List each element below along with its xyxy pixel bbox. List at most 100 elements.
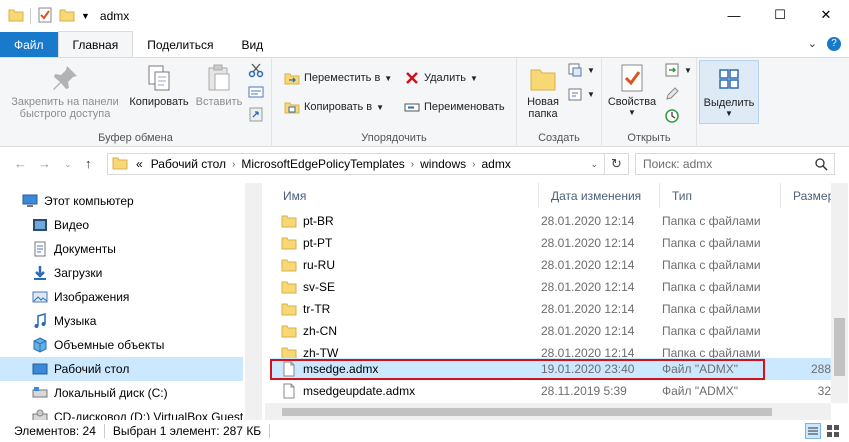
table-row[interactable]: zh-CN 28.01.2020 12:14 Папка с файлами xyxy=(271,320,831,342)
new-group: Новая папка ▼ ▼ Создать xyxy=(517,58,602,147)
maximize-button[interactable]: ☐ xyxy=(757,0,803,30)
organize-group: Переместить в ▼ Копировать в ▼ Удалить ▼… xyxy=(272,58,517,147)
open-button[interactable]: ▼ xyxy=(664,62,692,78)
clipboard-group: Закрепить на панели быстрого доступа Коп… xyxy=(0,58,272,147)
move-to-button[interactable]: Переместить в ▼ xyxy=(284,70,392,86)
chevron-right-icon[interactable]: › xyxy=(470,159,477,170)
table-row-selected[interactable]: msedge.admx 19.01.2020 23:40 Файл "ADMX"… xyxy=(271,358,831,380)
pin-to-quick-access-button[interactable]: Закрепить на панели быстрого доступа xyxy=(6,62,124,120)
new-folder-button[interactable]: Новая папка xyxy=(521,62,565,120)
history-icon xyxy=(665,109,679,123)
vertical-scroll-thumb[interactable] xyxy=(834,318,845,376)
drive-icon xyxy=(32,387,48,398)
file-icon xyxy=(283,383,295,399)
qat-dropdown-icon[interactable]: ▼ xyxy=(81,11,90,21)
details-view-icon[interactable] xyxy=(805,423,821,442)
select-group: Выделить ▼ xyxy=(697,58,761,147)
table-row[interactable]: pt-PT 28.01.2020 12:14 Папка с файлами xyxy=(271,232,831,254)
large-icons-view-icon[interactable] xyxy=(825,423,841,442)
folder-icon xyxy=(8,7,24,26)
documents-icon xyxy=(34,241,46,257)
properties-qat-icon[interactable] xyxy=(37,7,53,26)
open-icon xyxy=(665,63,679,77)
quick-access-toolbar: ▼ xyxy=(0,7,90,26)
nav-item-local-disk[interactable]: Локальный диск (C:) xyxy=(0,381,243,405)
edit-button[interactable] xyxy=(664,86,680,102)
nav-pane-scrollbar[interactable] xyxy=(245,183,262,420)
cut-button[interactable] xyxy=(248,62,264,78)
ribbon-collapse-icon[interactable]: ⌄ xyxy=(808,37,817,51)
refresh-button[interactable]: ↻ xyxy=(605,153,629,175)
copy-path-button[interactable] xyxy=(248,84,264,100)
up-arrow-icon[interactable]: ↑ xyxy=(85,156,92,171)
properties-button[interactable]: Свойства ▼ xyxy=(606,62,658,117)
navigation-pane: Этот компьютер Видео Документы Загрузки … xyxy=(0,183,262,420)
chevron-right-icon[interactable]: › xyxy=(409,159,416,170)
chevron-down-icon: ▼ xyxy=(628,108,636,117)
table-row[interactable]: pt-BR 28.01.2020 12:14 Папка с файлами xyxy=(271,210,831,232)
delete-button[interactable]: Удалить ▼ xyxy=(404,70,478,86)
history-button[interactable] xyxy=(664,108,680,124)
chevron-down-icon: ▼ xyxy=(470,73,478,83)
new-item-button[interactable]: ▼ xyxy=(567,62,595,78)
column-header-size[interactable]: Размер xyxy=(781,183,831,208)
address-dropdown-icon[interactable]: ⌄ xyxy=(590,159,598,170)
nav-item-this-pc[interactable]: Этот компьютер xyxy=(0,189,243,213)
tab-view[interactable]: Вид xyxy=(227,32,277,57)
recent-locations-icon[interactable]: ⌄ xyxy=(64,159,72,170)
table-row[interactable]: ru-RU 28.01.2020 12:14 Папка с файлами xyxy=(271,254,831,276)
easy-access-button[interactable]: ▼ xyxy=(567,86,595,102)
nav-item-downloads[interactable]: Загрузки xyxy=(0,261,243,285)
nav-item-video[interactable]: Видео xyxy=(0,213,243,237)
horizontal-scroll-thumb[interactable] xyxy=(282,408,772,416)
chevron-down-icon: ▼ xyxy=(587,89,595,99)
select-button[interactable]: Выделить ▼ xyxy=(699,60,759,124)
paste-icon xyxy=(208,64,230,91)
copy-button[interactable]: Копировать xyxy=(126,62,192,108)
nav-item-3d-objects[interactable]: Объемные объекты xyxy=(0,333,243,357)
nav-item-cd-drive[interactable]: CD-дисковод (D:) VirtualBox Guest xyxy=(0,405,243,420)
easy-access-icon xyxy=(568,88,582,101)
column-header-type[interactable]: Тип xyxy=(660,183,781,208)
table-row[interactable]: sv-SE 28.01.2020 12:14 Папка с файлами xyxy=(271,276,831,298)
table-row[interactable]: msedgeupdate.admx 28.11.2019 5:39 Файл "… xyxy=(271,380,831,402)
breadcrumb-overflow[interactable]: « xyxy=(132,157,147,171)
ribbon: Закрепить на панели быстрого доступа Коп… xyxy=(0,57,849,147)
breadcrumb-policy-templates[interactable]: MicrosoftEdgePolicyTemplates xyxy=(237,157,408,171)
status-bar: Элементов: 24 Выбран 1 элемент: 287 КБ xyxy=(0,420,849,442)
chevron-right-icon[interactable]: › xyxy=(230,159,237,170)
nav-item-music[interactable]: Музыка xyxy=(0,309,243,333)
pictures-icon xyxy=(32,291,48,303)
paste-button[interactable]: Вставить xyxy=(192,62,246,108)
file-list: Имя ^ Дата изменения Тип Размер pt-BR 28… xyxy=(265,183,831,420)
breadcrumb-windows[interactable]: windows xyxy=(416,157,470,171)
copy-to-button[interactable]: Копировать в ▼ xyxy=(284,99,384,115)
qat-divider xyxy=(30,8,31,24)
address-bar[interactable]: « Рабочий стол › MicrosoftEdgePolicyTemp… xyxy=(107,153,605,175)
folder-icon xyxy=(281,237,297,250)
nav-item-pictures[interactable]: Изображения xyxy=(0,285,243,309)
breadcrumb-desktop[interactable]: Рабочий стол xyxy=(147,157,230,171)
help-icon[interactable]: ? xyxy=(827,37,841,51)
paste-shortcut-button[interactable] xyxy=(248,106,264,122)
column-header-date[interactable]: Дата изменения xyxy=(539,183,660,208)
breadcrumb-admx[interactable]: admx xyxy=(477,157,514,171)
nav-item-desktop[interactable]: Рабочий стол xyxy=(0,357,243,381)
minimize-button[interactable]: — xyxy=(711,0,757,30)
back-arrow-icon[interactable]: ← xyxy=(14,156,27,171)
close-button[interactable]: ✕ xyxy=(803,0,849,30)
properties-icon xyxy=(621,64,643,92)
open-group-label: Открыть xyxy=(627,132,671,144)
tab-share[interactable]: Поделиться xyxy=(133,32,227,57)
nav-item-documents[interactable]: Документы xyxy=(0,237,243,261)
search-input[interactable]: Поиск: admx xyxy=(635,153,835,175)
table-row[interactable]: tr-TR 28.01.2020 12:14 Папка с файлами xyxy=(271,298,831,320)
new-folder-qat-icon[interactable] xyxy=(59,7,75,26)
forward-arrow-icon[interactable]: → xyxy=(38,156,51,171)
rename-button[interactable]: Переименовать xyxy=(404,99,505,115)
column-header-name[interactable]: Имя ^ xyxy=(271,183,539,208)
tab-file[interactable]: Файл xyxy=(0,32,58,57)
open-group: Свойства ▼ ▼ Открыть xyxy=(602,58,697,147)
tab-home[interactable]: Главная xyxy=(57,31,134,57)
move-to-icon xyxy=(284,73,300,85)
